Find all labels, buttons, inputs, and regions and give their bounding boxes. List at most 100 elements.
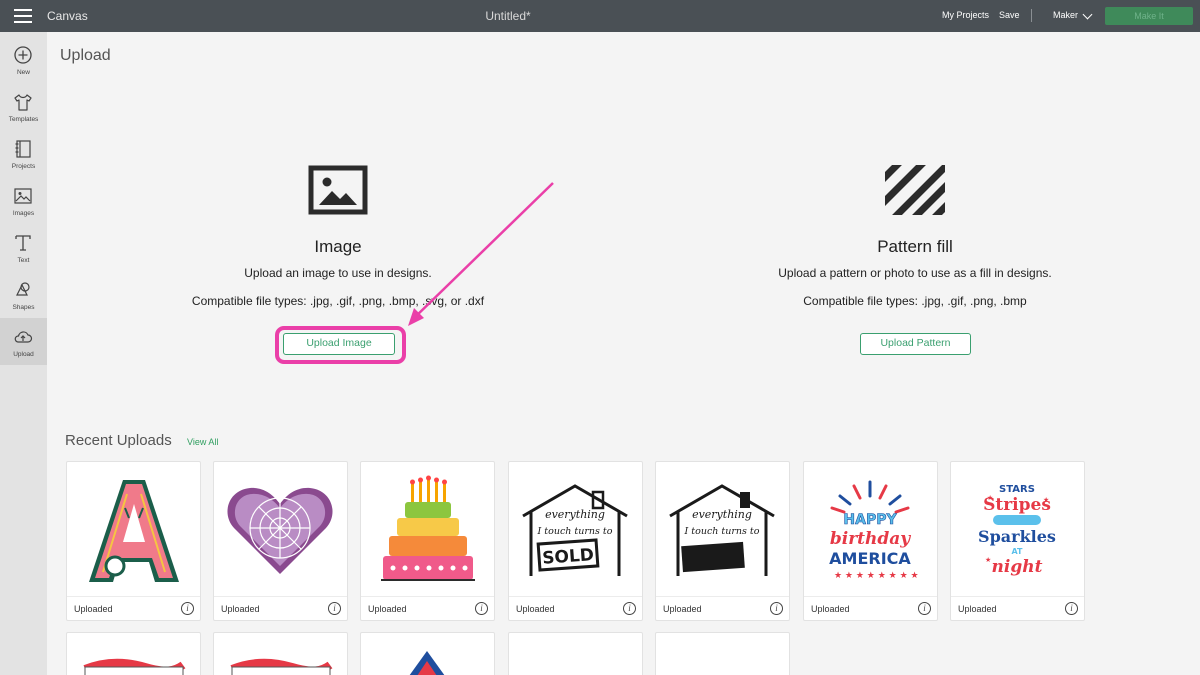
stars-stripes-sparkles-thumbnail: STARS Stripes Sparkles AT night ★ ★★ <box>978 484 1056 577</box>
recent-uploads-heading: Recent Uploads <box>65 432 172 449</box>
mandala-heart-thumbnail <box>227 487 333 574</box>
card-footer: Uploaded i <box>67 596 200 620</box>
flag-thumbnail <box>230 658 333 675</box>
info-icon[interactable]: i <box>918 602 931 615</box>
upload-card[interactable]: Uploaded i <box>66 461 201 621</box>
sidebar-item-label: Images <box>12 210 35 217</box>
info-icon[interactable]: i <box>181 602 194 615</box>
thumbnail-text: everything <box>545 508 605 521</box>
upload-card[interactable]: everything I touch turns to SOLD Uploade… <box>508 461 643 621</box>
card-footer: Uploaded i <box>804 596 937 620</box>
card-footer: Uploaded i <box>656 596 789 620</box>
svg-text:★: ★ <box>1043 496 1049 504</box>
text-t-icon <box>15 235 31 251</box>
thumbnail-text: I touch turns to <box>684 526 760 537</box>
chevron-down-icon[interactable] <box>1082 9 1093 20</box>
triangle-thumbnail <box>409 651 445 675</box>
info-icon[interactable]: i <box>623 602 636 615</box>
happy-birthday-america-thumbnail: HAPPY birthday AMERICA ★ ★ ★ ★ ★ ★ ★ ★ <box>829 480 919 581</box>
info-icon[interactable]: i <box>475 602 488 615</box>
my-projects-link[interactable]: My Projects <box>942 10 989 20</box>
thumbnail-text: I touch turns to <box>537 526 613 537</box>
thumbnail-text: STARS <box>999 484 1035 495</box>
upload-card[interactable]: everything I touch turns to Uploaded i <box>655 461 790 621</box>
tshirt-icon <box>14 94 32 111</box>
divider <box>1031 9 1032 22</box>
thumbnail-text: Sparkles <box>978 527 1056 546</box>
sidebar-item-label: Upload <box>13 351 34 358</box>
thumbnail-text: night <box>992 557 1043 577</box>
sidebar-item-label: Templates <box>8 116 39 123</box>
pattern-upload-panel: Pattern fill Upload a pattern or photo t… <box>755 165 1075 308</box>
upload-card[interactable] <box>655 632 790 675</box>
thumbnail-text: HAPPY <box>843 512 897 528</box>
svg-text:★: ★ <box>987 494 993 502</box>
make-it-button[interactable]: Make It <box>1105 7 1193 25</box>
house-sign-thumbnail: everything I touch turns to <box>669 484 775 576</box>
upload-image-button[interactable]: Upload Image <box>283 333 395 355</box>
info-icon[interactable]: i <box>770 602 783 615</box>
cloud-upload-icon <box>14 331 33 343</box>
card-label: Uploaded <box>811 604 850 614</box>
sidebar-item-text[interactable]: Text <box>0 224 47 271</box>
upload-card[interactable] <box>360 632 495 675</box>
notebook-icon <box>15 140 31 158</box>
sidebar-item-projects[interactable]: Projects <box>0 130 47 177</box>
page-title: Upload <box>60 47 111 64</box>
house-sold-thumbnail: everything I touch turns to SOLD <box>522 484 628 576</box>
card-footer: Uploaded i <box>214 596 347 620</box>
card-label: Uploaded <box>368 604 407 614</box>
birthday-cake-thumbnail <box>381 475 475 581</box>
thumbnail-text: everything <box>692 508 752 521</box>
pink-arrow-annotation <box>408 182 554 326</box>
info-icon[interactable]: i <box>1065 602 1078 615</box>
card-footer: Uploaded i <box>951 596 1084 620</box>
upload-card[interactable]: HAPPY birthday AMERICA ★ ★ ★ ★ ★ ★ ★ ★ U… <box>803 461 938 621</box>
sidebar-item-upload[interactable]: Upload <box>0 318 47 365</box>
pattern-panel-heading: Pattern fill <box>877 237 953 256</box>
flag-thumbnail <box>83 658 186 675</box>
plus-circle-icon <box>14 46 32 64</box>
save-link[interactable]: Save <box>999 10 1020 20</box>
pattern-panel-file-types: Compatible file types: .jpg, .gif, .png,… <box>803 294 1027 308</box>
upload-card[interactable]: Uploaded i <box>213 461 348 621</box>
pattern-panel-description: Upload a pattern or photo to use as a fi… <box>778 266 1052 280</box>
thumbnail-text: AMERICA <box>829 549 911 568</box>
card-label: Uploaded <box>516 604 555 614</box>
card-footer: Uploaded i <box>361 596 494 620</box>
sidebar-item-label: Projects <box>11 163 36 170</box>
top-bar: Canvas Untitled* My Projects Save Maker … <box>0 0 1200 32</box>
document-title[interactable]: Untitled* <box>0 9 1016 23</box>
sidebar-item-images[interactable]: Images <box>0 177 47 224</box>
info-icon[interactable]: i <box>328 602 341 615</box>
striped-pattern-icon <box>885 165 945 215</box>
thumbnail-text: AT <box>1011 547 1023 556</box>
svg-text:★: ★ <box>985 556 991 564</box>
sidebar: New Templates Projects Images Text Shape… <box>0 32 47 675</box>
sidebar-item-label: Text <box>17 257 30 264</box>
thumbnail-text: birthday <box>830 529 911 549</box>
svg-text:★ ★ ★ ★ ★ ★ ★ ★: ★ ★ ★ ★ ★ ★ ★ ★ <box>834 571 919 581</box>
upload-card[interactable] <box>66 632 201 675</box>
sidebar-item-new[interactable]: New <box>0 36 47 83</box>
card-label: Uploaded <box>958 604 997 614</box>
upload-card[interactable] <box>213 632 348 675</box>
upload-card[interactable]: Uploaded i <box>360 461 495 621</box>
card-footer: Uploaded i <box>509 596 642 620</box>
shapes-icon <box>16 282 30 296</box>
upload-pattern-button[interactable]: Upload Pattern <box>860 333 971 355</box>
card-label: Uploaded <box>221 604 260 614</box>
image-icon <box>308 165 368 215</box>
letter-a-mandala-thumbnail <box>89 480 179 582</box>
card-label: Uploaded <box>74 604 113 614</box>
machine-select[interactable]: Maker <box>1053 10 1078 20</box>
sidebar-item-templates[interactable]: Templates <box>0 83 47 130</box>
image-icon <box>14 188 32 204</box>
thumbnail-text: SOLD <box>542 545 595 569</box>
sidebar-item-label: Shapes <box>12 304 35 311</box>
card-label: Uploaded <box>663 604 702 614</box>
sidebar-item-shapes[interactable]: Shapes <box>0 271 47 318</box>
upload-card[interactable]: STARS Stripes Sparkles AT night ★ ★ ★ Uplo… <box>950 461 1085 621</box>
upload-card[interactable] <box>508 632 643 675</box>
view-all-link[interactable]: View All <box>187 437 218 447</box>
